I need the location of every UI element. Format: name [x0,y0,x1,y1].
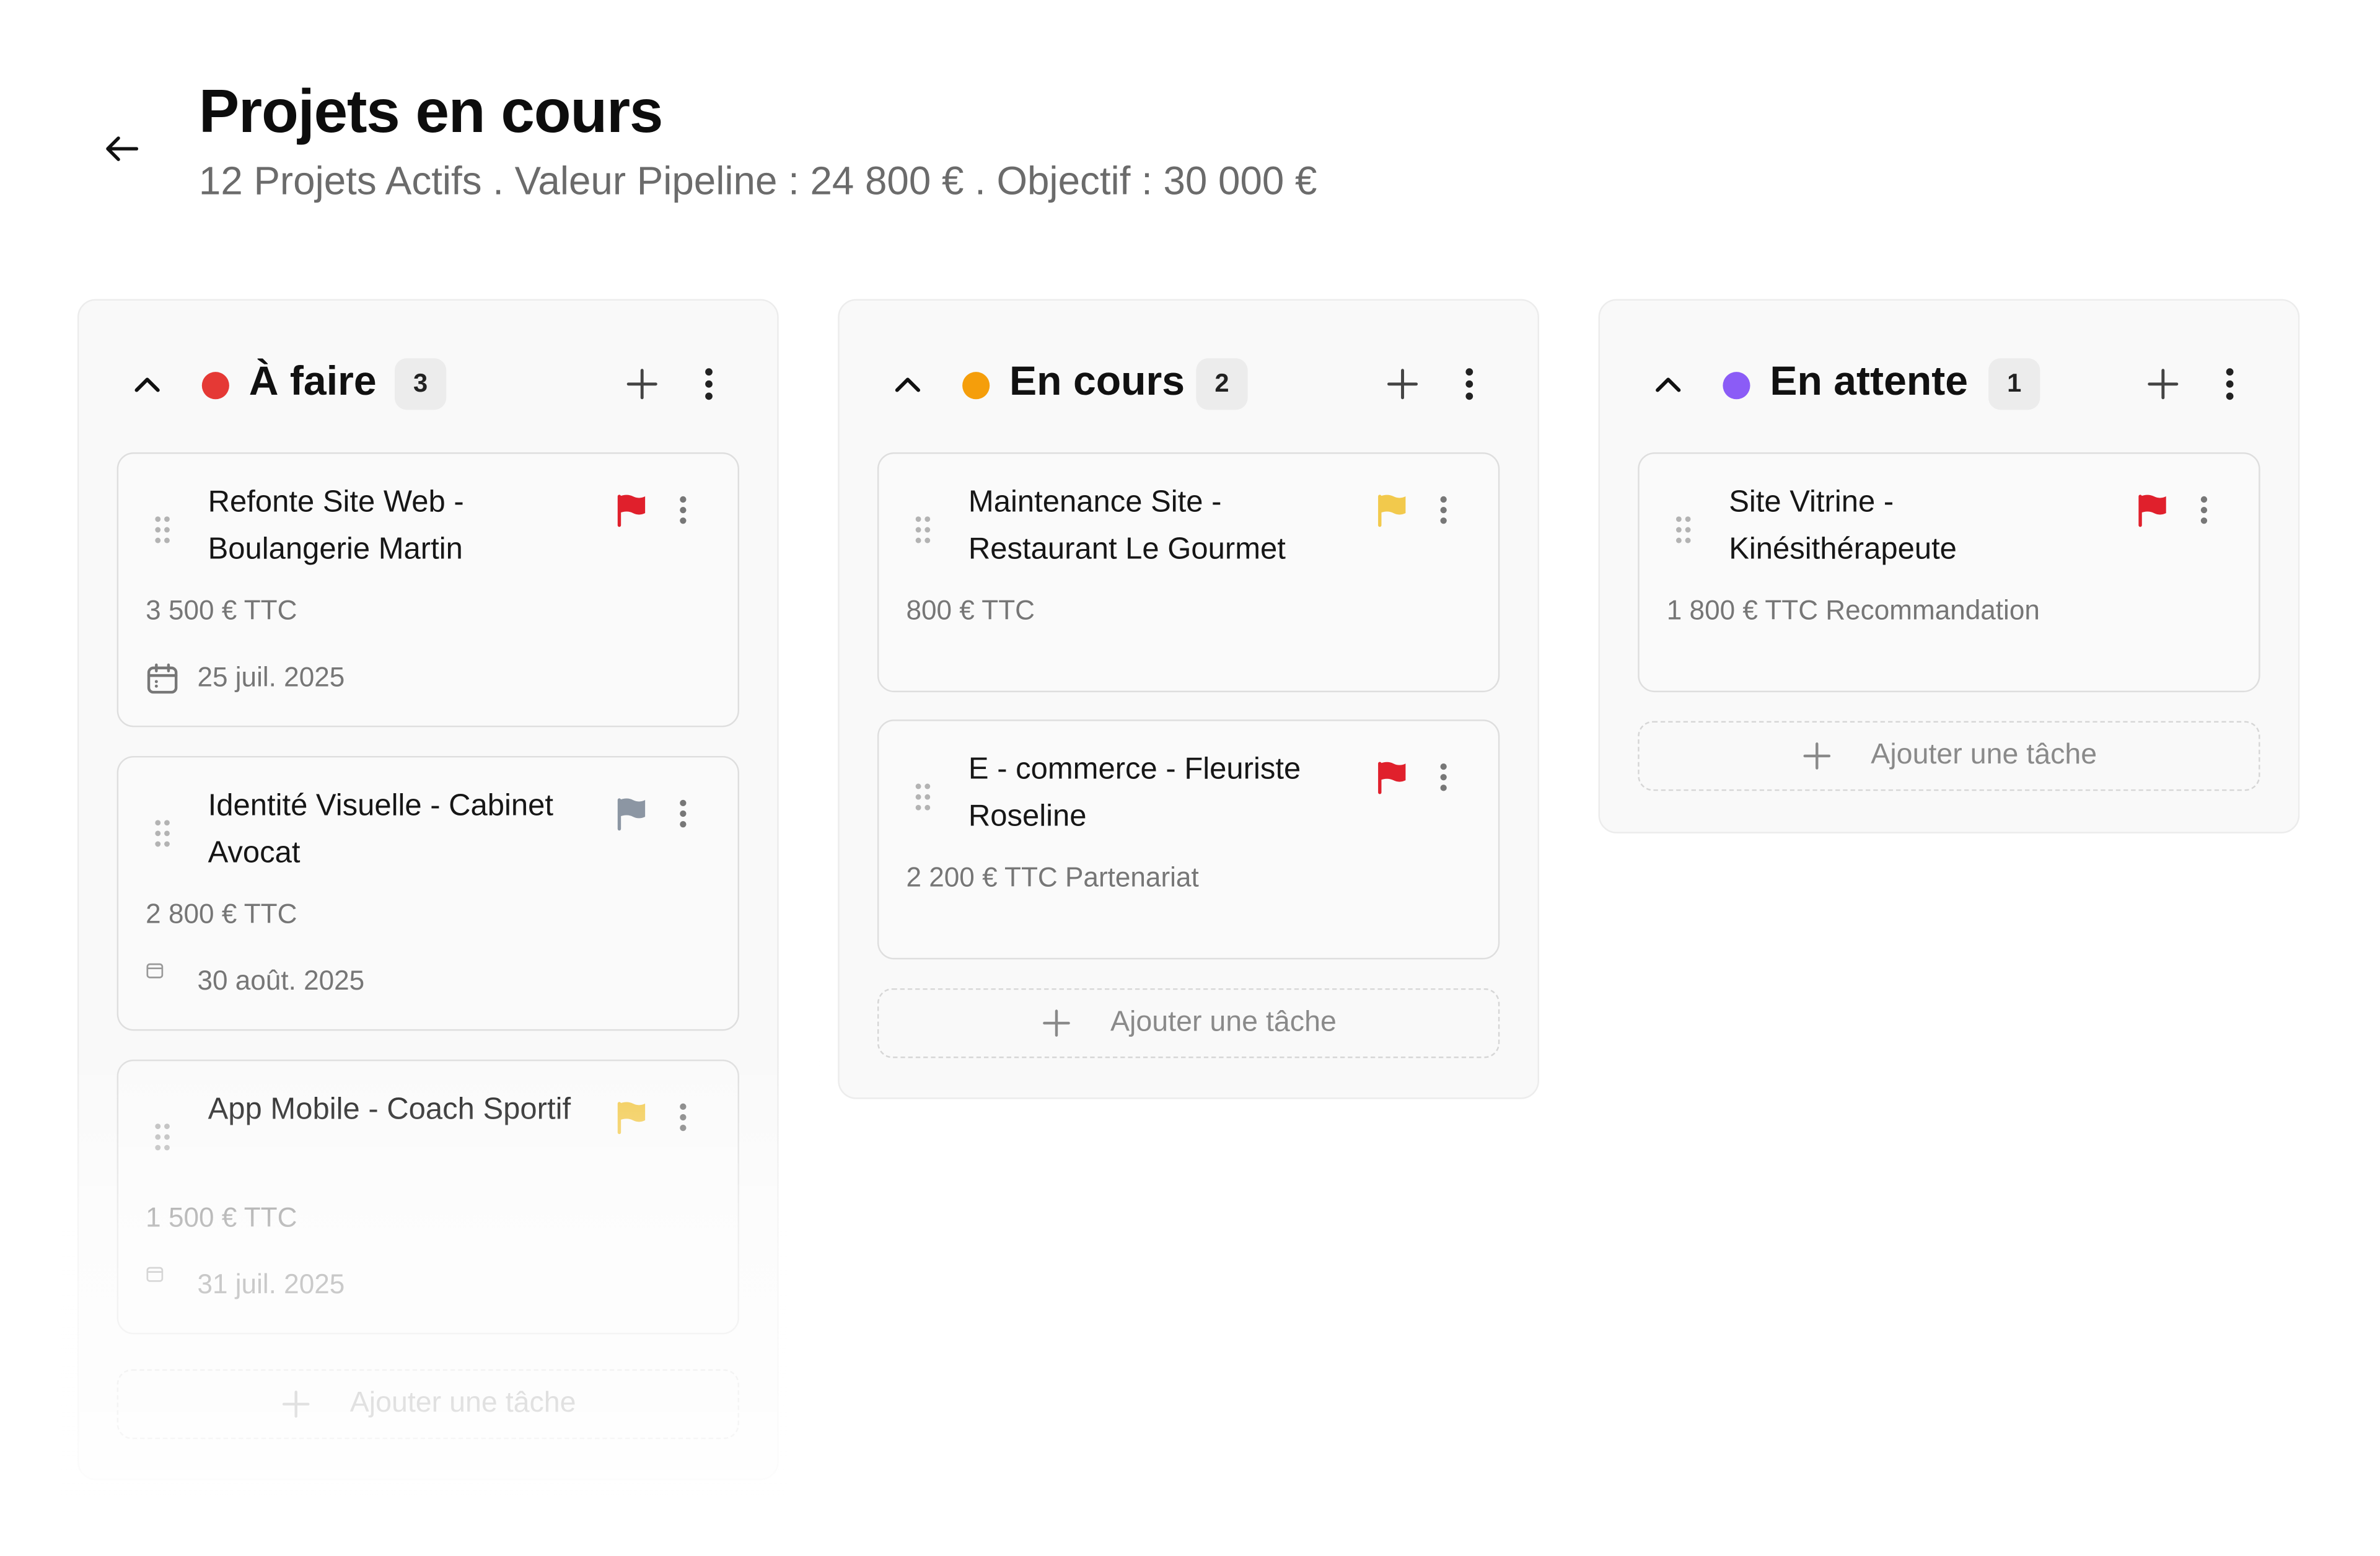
page-subtitle: 12 Projets Actifs . Valeur Pipeline : 24… [198,157,1317,204]
drag-handle-icon[interactable] [1671,514,1695,545]
add-task-label: Ajouter une tâche [349,1387,576,1420]
back-arrow-icon[interactable] [94,121,149,176]
calendar-icon [146,662,179,695]
column-count-badge: 3 [394,358,447,410]
plus-icon [1801,741,1832,771]
task-date: 31 juil. 2025 [197,1268,345,1299]
flag-icon[interactable] [615,492,648,529]
more-vertical-icon[interactable] [2186,490,2223,530]
more-vertical-icon[interactable] [665,490,701,530]
column-count-badge: 1 [1988,358,2040,410]
chevron-up-icon[interactable] [125,361,170,407]
kanban-page: Projets en cours 12 Projets Actifs . Val… [0,0,2380,1556]
task-card[interactable]: E - commerce - Fleuriste Roseline 2 200 … [877,719,1500,960]
plus-icon [280,1389,310,1419]
flag-icon[interactable] [2136,492,2169,529]
drag-handle-icon[interactable] [151,1122,175,1152]
more-vertical-icon[interactable] [1425,490,1462,530]
add-icon[interactable] [619,361,664,407]
column-title: En attente [1770,358,1969,404]
more-vertical-icon[interactable] [1425,757,1462,797]
add-task-button[interactable]: Ajouter une tâche [116,1369,740,1440]
page-title: Projets en cours [198,79,663,146]
flag-icon[interactable] [615,1099,648,1136]
calendar-icon [146,1263,179,1296]
task-card[interactable]: Identité Visuelle - Cabinet Avocat 2 800… [116,755,740,1031]
drag-handle-icon[interactable] [151,818,175,848]
column-title: En cours [1009,358,1185,404]
add-icon[interactable] [2140,361,2185,407]
task-price: 3 500 € TTC [146,595,297,626]
column-en-attente: En attente 1 Site Vitrine - Kinésithérap… [1598,299,2300,833]
column-a-faire: À faire 3 Refonte Site Web - Boulangerie… [77,299,779,1480]
chevron-up-icon[interactable] [1645,361,1690,407]
drag-handle-icon[interactable] [911,514,935,545]
task-title: Refonte Site Web - Boulangerie Martin [208,485,464,566]
more-vertical-icon[interactable] [665,794,701,833]
status-dot [962,372,990,400]
add-task-button[interactable]: Ajouter une tâche [877,988,1500,1058]
column-count-badge: 2 [1196,358,1248,410]
task-price: 1 500 € TTC [146,1202,297,1233]
status-dot [1723,372,1750,400]
plus-icon [1040,1008,1071,1039]
drag-handle-icon[interactable] [911,782,935,812]
task-price: 2 200 € TTC Partenariat [906,862,1199,893]
flag-icon[interactable] [1375,492,1408,529]
column-header: En cours 2 [840,355,1538,416]
task-card[interactable]: Site Vitrine - Kinésithérapeute 1 800 € … [1638,452,2260,693]
task-title: Maintenance Site - Restaurant Le Gourmet [968,485,1286,566]
task-price: 800 € TTC [906,595,1035,626]
column-header: À faire 3 [79,355,777,416]
task-price: 1 800 € TTC Recommandation [1666,595,2040,626]
task-price: 2 800 € TTC [146,899,297,930]
add-task-button[interactable]: Ajouter une tâche [1638,721,2260,791]
status-dot [201,372,229,400]
flag-icon[interactable] [615,796,648,832]
task-title: Site Vitrine - Kinésithérapeute [1729,485,1957,566]
column-title: À faire [248,358,377,404]
task-title: App Mobile - Coach Sportif [208,1092,571,1127]
task-title: E - commerce - Fleuriste Roseline [968,753,1301,833]
task-date: 25 juil. 2025 [197,662,345,693]
task-card[interactable]: App Mobile - Coach Sportif 1 500 € TTC 3… [116,1059,740,1335]
drag-handle-icon[interactable] [151,514,175,545]
add-task-label: Ajouter une tâche [1871,739,2097,771]
add-icon[interactable] [1380,361,1425,407]
add-task-label: Ajouter une tâche [1110,1006,1337,1039]
chevron-up-icon[interactable] [885,361,930,407]
calendar-icon [146,959,179,993]
more-vertical-icon[interactable] [1447,361,1492,407]
column-header: En attente 1 [1600,355,2298,416]
task-title: Identité Visuelle - Cabinet Avocat [208,789,554,870]
task-card[interactable]: Maintenance Site - Restaurant Le Gourmet… [877,452,1500,693]
flag-icon[interactable] [1375,759,1408,796]
task-card[interactable]: Refonte Site Web - Boulangerie Martin 3 … [116,452,740,727]
column-en-cours: En cours 2 Maintenance Site - Restaurant… [838,299,1539,1099]
more-vertical-icon[interactable] [2207,361,2252,407]
more-vertical-icon[interactable] [665,1097,701,1137]
task-date: 30 août. 2025 [197,965,365,996]
more-vertical-icon[interactable] [686,361,731,407]
